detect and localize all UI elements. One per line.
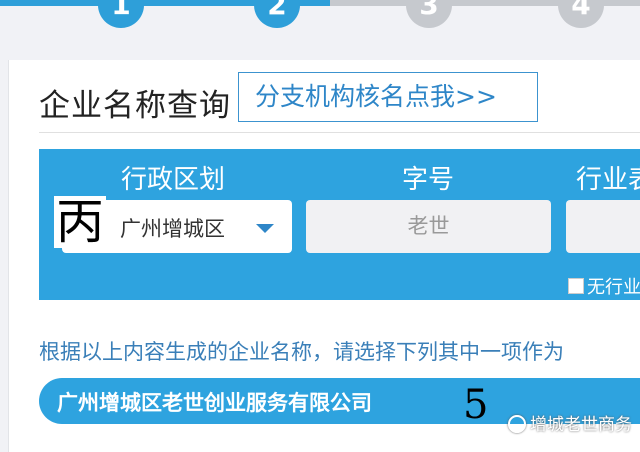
industry-input[interactable] <box>566 200 640 253</box>
industry-label: 行业表 <box>576 165 640 195</box>
name-input[interactable]: 老世 <box>306 200 551 253</box>
overlay-char: 丙 <box>54 194 106 250</box>
branch-query-link[interactable]: 分支机构核名点我>> <box>238 72 538 122</box>
step-3: 3 <box>406 0 452 28</box>
no-industry-label: 无行业 <box>587 277 640 298</box>
page-title: 企业名称查询 <box>39 88 231 124</box>
chevron-down-icon <box>256 224 274 233</box>
watermark-text: 增城老世商务 <box>530 415 632 435</box>
name-label: 字号 <box>402 165 455 195</box>
step-1: 1 <box>98 0 144 28</box>
region-label: 行政区划 <box>121 165 226 195</box>
result-company-name: 广州增城区老世创业服务有限公司 <box>57 391 372 415</box>
checkbox-icon[interactable] <box>568 278 584 294</box>
watermark: 增城老世商务 <box>508 410 640 438</box>
wechat-official-icon <box>508 415 526 433</box>
step-indicator: 1 2 3 4 <box>0 0 640 60</box>
step-2: 2 <box>254 0 300 28</box>
divider <box>39 132 640 133</box>
name-form: 行政区划 字号 行业表 广州增城区 老世 无行业 <box>39 149 640 300</box>
hint-text: 根据以上内容生成的企业名称，请选择下列其中一项作为 <box>39 340 564 364</box>
no-industry-option[interactable]: 无行业 <box>568 273 640 299</box>
step-4: 4 <box>558 0 604 28</box>
query-panel: 企业名称查询 分支机构核名点我>> 行政区划 字号 行业表 广州增城区 老世 无… <box>8 60 640 452</box>
region-select-value: 广州增城区 <box>120 217 225 241</box>
overlay-digit: 5 <box>463 382 489 428</box>
